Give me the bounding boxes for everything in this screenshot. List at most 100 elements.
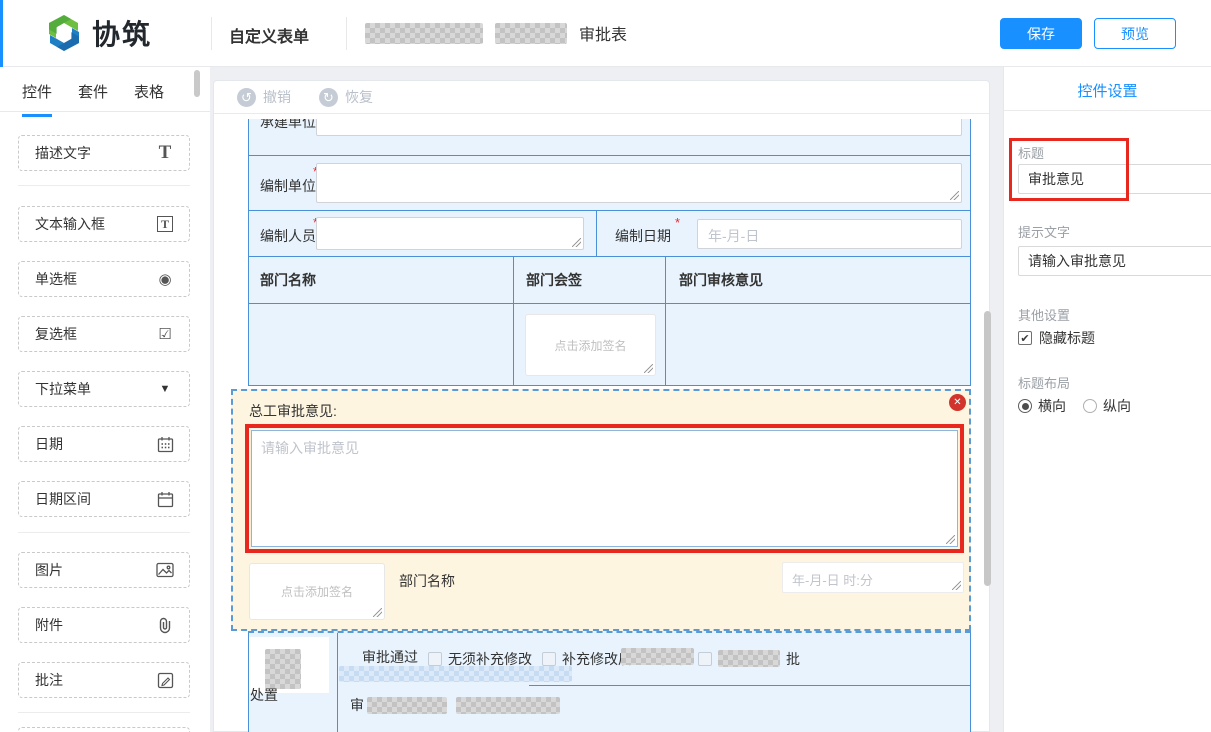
sidebar-scrollbar-thumb[interactable] bbox=[194, 70, 200, 97]
approval-option-checkbox[interactable] bbox=[698, 652, 712, 666]
dept-table-header: 部门名称 部门会签 部门审核意见 bbox=[248, 257, 971, 304]
signature-box[interactable]: 点击添加签名 bbox=[525, 314, 656, 376]
layout-radio-label: 横向 bbox=[1038, 396, 1066, 416]
sidebar-item-label: 单选框 bbox=[35, 269, 77, 289]
description-text-icon: T bbox=[155, 142, 175, 164]
preview-button[interactable]: 预览 bbox=[1094, 18, 1176, 49]
person-input[interactable] bbox=[316, 217, 584, 250]
attachment-icon bbox=[155, 616, 175, 634]
sidebar-item-文本输入框[interactable]: 文本输入框 T bbox=[18, 206, 190, 242]
approval-option-checkbox[interactable] bbox=[428, 652, 442, 666]
sidebar-item-partial[interactable] bbox=[18, 727, 190, 732]
unit-label: 编制单位 bbox=[260, 176, 316, 196]
sidebar-item-label: 图片 bbox=[35, 560, 63, 580]
annotate-icon bbox=[155, 672, 175, 689]
sidebar-item-批注[interactable]: 批注 bbox=[18, 662, 190, 698]
redo-button[interactable]: ↻ 恢复 bbox=[319, 87, 373, 107]
sidebar-item-label: 复选框 bbox=[35, 324, 77, 344]
approval-opinion-textarea[interactable]: 请输入审批意见 bbox=[251, 430, 958, 547]
dept-table-row: 点击添加签名 bbox=[248, 304, 971, 386]
date-label: 编制日期 bbox=[615, 226, 671, 246]
dept-opinion-cell[interactable] bbox=[665, 304, 970, 385]
sidebar-item-下拉菜单[interactable]: 下拉菜单 ▼ bbox=[18, 371, 190, 407]
contractor-select[interactable]: 请选择 ▼ bbox=[316, 119, 962, 136]
other-settings-label: 其他设置 bbox=[1018, 305, 1070, 324]
hide-title-label: 隐藏标题 bbox=[1039, 328, 1095, 348]
resize-handle[interactable] bbox=[946, 535, 955, 544]
dept-opinion-header-cell: 部门审核意见 bbox=[665, 257, 970, 303]
delete-widget-icon[interactable]: ✕ bbox=[949, 394, 966, 411]
sidebar-item-label: 批注 bbox=[35, 670, 63, 690]
hide-title-checkbox[interactable]: ✔ bbox=[1018, 331, 1032, 345]
annotation-red-box: 请输入审批意见 bbox=[245, 424, 964, 553]
redacted-content bbox=[367, 697, 447, 714]
form-canvas: ↺ 撤销 ↻ 恢复 承建单位 请选择 ▼ 编制单位 * 编制人员 * bbox=[213, 80, 990, 732]
sidebar-item-label: 日期区间 bbox=[35, 489, 91, 509]
approval-option-label: 补充修改后上报备案 bbox=[562, 649, 688, 669]
header-divider bbox=[346, 17, 347, 50]
approval-option-checkbox[interactable] bbox=[542, 652, 556, 666]
canvas-scrollbar-thumb[interactable] bbox=[984, 311, 991, 586]
undo-icon: ↺ bbox=[237, 88, 256, 107]
layout-radio-label: 纵向 bbox=[1103, 396, 1131, 416]
widget-sidebar: 控件套件表格 描述文字T文本输入框T单选框◉复选框☑下拉菜单▼日期日期区间图片附… bbox=[0, 67, 210, 732]
dept-name-label: 部门名称 bbox=[399, 571, 455, 591]
approver-cell: 处置 bbox=[249, 633, 338, 732]
sidebar-item-label: 下拉菜单 bbox=[35, 379, 91, 399]
resize-handle[interactable] bbox=[373, 608, 382, 617]
brand-name: 协筑 bbox=[92, 13, 152, 53]
resize-handle[interactable] bbox=[572, 238, 581, 247]
sidebar-item-复选框[interactable]: 复选框 ☑ bbox=[18, 316, 190, 352]
date-icon bbox=[155, 436, 175, 453]
resize-handle[interactable] bbox=[644, 364, 653, 373]
text-input-icon: T bbox=[155, 216, 175, 232]
save-button[interactable]: 保存 bbox=[1000, 18, 1082, 49]
title-layout-options: 横向 纵向 bbox=[1018, 396, 1141, 416]
redacted-content bbox=[339, 666, 572, 682]
redacted-content bbox=[456, 697, 560, 714]
datetime-input[interactable]: 年-月-日 时:分 bbox=[782, 562, 964, 593]
dept-name-header-cell: 部门名称 bbox=[249, 257, 513, 303]
unit-textarea[interactable] bbox=[316, 163, 962, 203]
signature-box[interactable]: 点击添加签名 bbox=[249, 563, 385, 620]
second-approval-line: 审 bbox=[350, 695, 560, 715]
redacted-content bbox=[718, 650, 780, 667]
dropdown-icon: ▼ bbox=[155, 383, 175, 395]
layout-radio[interactable] bbox=[1018, 399, 1032, 413]
sidebar-item-单选框[interactable]: 单选框◉ bbox=[18, 261, 190, 297]
canvas-toolbar: ↺ 撤销 ↻ 恢复 bbox=[214, 81, 989, 114]
redacted-title-text bbox=[365, 23, 483, 44]
sidebar-item-图片[interactable]: 图片 bbox=[18, 552, 190, 588]
sidebar-group-divider bbox=[18, 532, 190, 533]
field-underline bbox=[529, 685, 970, 686]
resize-handle[interactable] bbox=[952, 581, 961, 590]
dept-sign-header-cell: 部门会签 bbox=[513, 257, 665, 303]
resize-handle[interactable] bbox=[950, 191, 959, 200]
contractor-label: 承建单位 bbox=[260, 119, 316, 132]
required-asterisk: * bbox=[675, 215, 680, 230]
title-layout-label: 标题布局 bbox=[1018, 373, 1070, 392]
approval-option: 批 bbox=[698, 649, 800, 669]
date-input[interactable]: 年-月-日 bbox=[697, 219, 962, 249]
redacted-title-text bbox=[495, 23, 567, 44]
sidebar-item-附件[interactable]: 附件 bbox=[18, 607, 190, 643]
undo-button[interactable]: ↺ 撤销 bbox=[237, 87, 291, 107]
person-cell: 编制人员 * bbox=[249, 211, 596, 256]
sidebar-item-label: 文本输入框 bbox=[35, 214, 105, 234]
approval-opinion-widget[interactable]: ✕ 总工审批意见: 请输入审批意见 点击添加签名 部门名称 年-月-日 时:分 bbox=[231, 389, 971, 631]
sidebar-item-日期[interactable]: 日期 bbox=[18, 426, 190, 462]
widget-settings-panel: 控件设置 标题 提示文字 其他设置 ✔ 隐藏标题 标题布局 横向纵向 bbox=[1003, 67, 1211, 732]
form-body: 承建单位 请选择 ▼ 编制单位 * 编制人员 * 编制日期 * 年-月-日 bbox=[248, 119, 971, 732]
redacted-content bbox=[265, 649, 301, 689]
layout-radio[interactable] bbox=[1083, 399, 1097, 413]
hint-field-input[interactable] bbox=[1018, 246, 1211, 276]
sidebar-item-描述文字[interactable]: 描述文字T bbox=[18, 135, 190, 171]
brand-hexagon-icon bbox=[44, 13, 84, 53]
document-title-suffix: 审批表 bbox=[579, 21, 627, 45]
approver-label: 处置 bbox=[250, 685, 278, 705]
dept-name-cell[interactable] bbox=[249, 304, 513, 385]
person-label: 编制人员 bbox=[260, 226, 316, 246]
checkbox-icon: ☑ bbox=[155, 325, 175, 343]
form-row-person-date: 编制人员 * 编制日期 * 年-月-日 bbox=[248, 211, 971, 257]
sidebar-item-日期区间[interactable]: 日期区间 bbox=[18, 481, 190, 517]
